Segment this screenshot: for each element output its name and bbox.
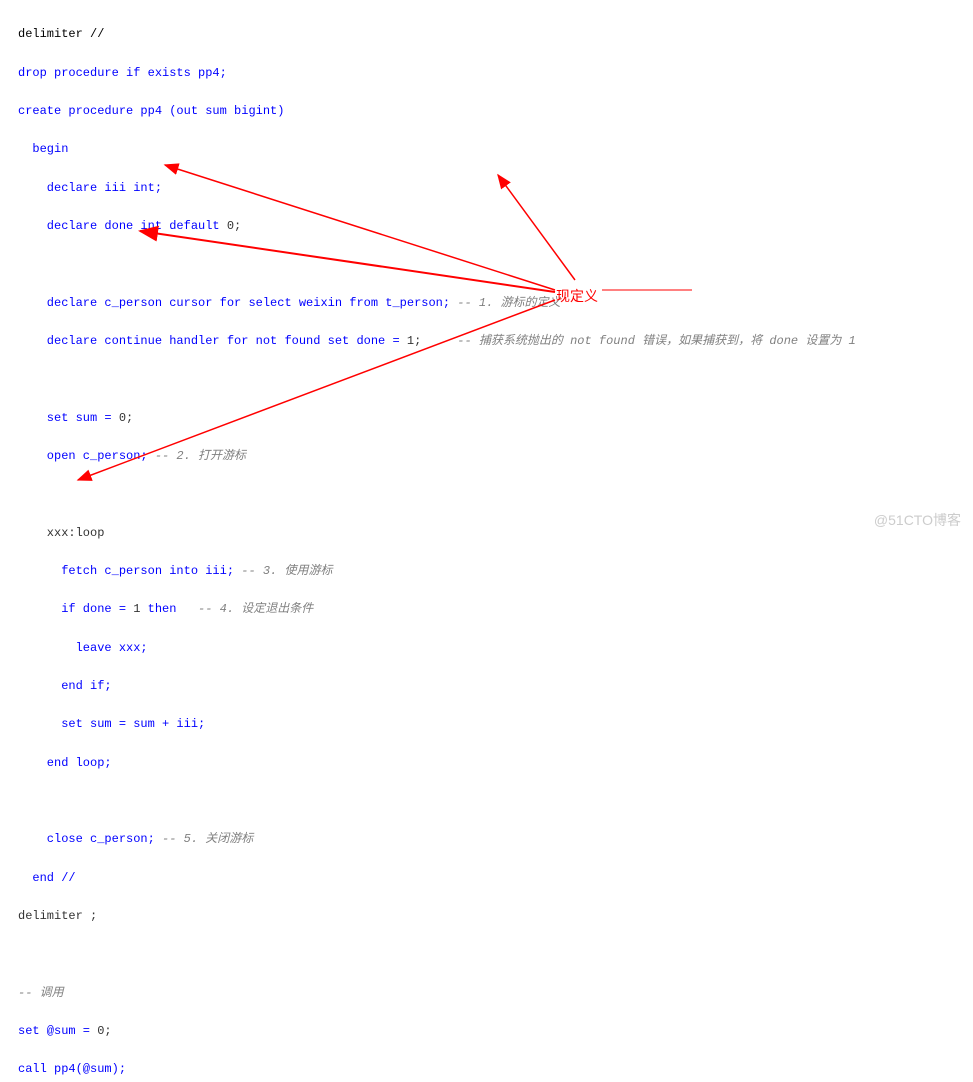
code-line: open c_person; -- 2. 打开游标 <box>18 447 955 466</box>
code-line: -- 调用 <box>18 984 955 1003</box>
code-line <box>18 370 955 389</box>
code-line: drop procedure if exists pp4; <box>18 64 955 83</box>
code-line: call pp4(@sum); <box>18 1060 955 1079</box>
watermark: @51CTO博客 <box>874 509 961 531</box>
annotation-label: 现定义 <box>556 285 598 307</box>
code-line: begin <box>18 140 955 159</box>
code-line: end // <box>18 869 955 888</box>
code-line <box>18 255 955 274</box>
code-line: fetch c_person into iii; -- 3. 使用游标 <box>18 562 955 581</box>
code-line: declare iii int; <box>18 179 955 198</box>
code-line: delimiter ; <box>18 907 955 926</box>
code-line: leave xxx; <box>18 639 955 658</box>
code-line: declare c_person cursor for select weixi… <box>18 294 955 313</box>
code-line: if done = 1 then -- 4. 设定退出条件 <box>18 600 955 619</box>
code-line: set sum = 0; <box>18 409 955 428</box>
code-line: end loop; <box>18 754 955 773</box>
code-line <box>18 792 955 811</box>
code-line: delimiter // <box>18 25 955 44</box>
code-block: delimiter // drop procedure if exists pp… <box>0 0 973 1082</box>
code-line: declare done int default 0; <box>18 217 955 236</box>
code-line: set sum = sum + iii; <box>18 715 955 734</box>
code-line: set @sum = 0; <box>18 1022 955 1041</box>
code-line: close c_person; -- 5. 关闭游标 <box>18 830 955 849</box>
code-line: xxx:loop <box>18 524 955 543</box>
code-line <box>18 945 955 964</box>
code-line: declare continue handler for not found s… <box>18 332 955 351</box>
code-line: end if; <box>18 677 955 696</box>
code-line <box>18 485 955 504</box>
code-line: create procedure pp4 (out sum bigint) <box>18 102 955 121</box>
